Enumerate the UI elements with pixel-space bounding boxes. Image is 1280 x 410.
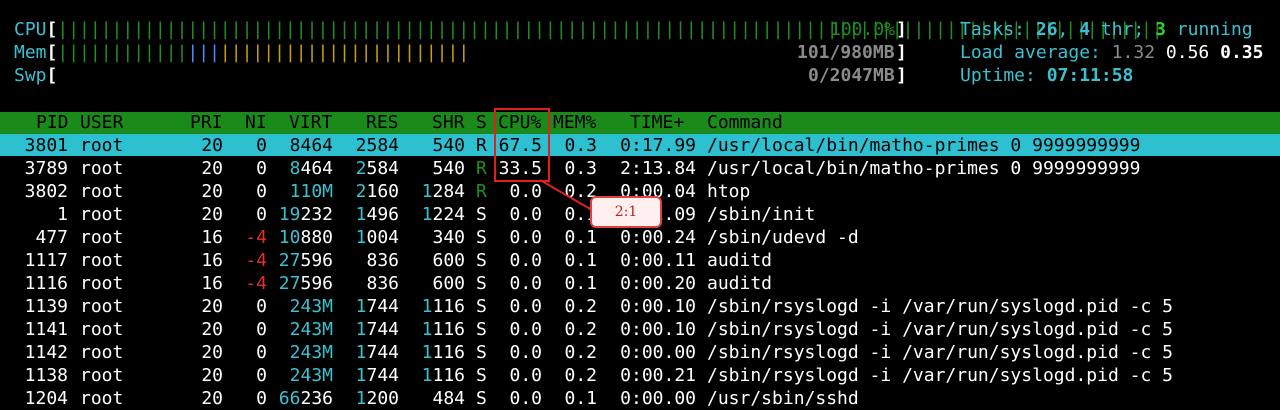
cpu-highlight-box [494,108,550,182]
annotation-line [539,179,593,211]
ratio-callout: 2:1 [590,196,662,228]
